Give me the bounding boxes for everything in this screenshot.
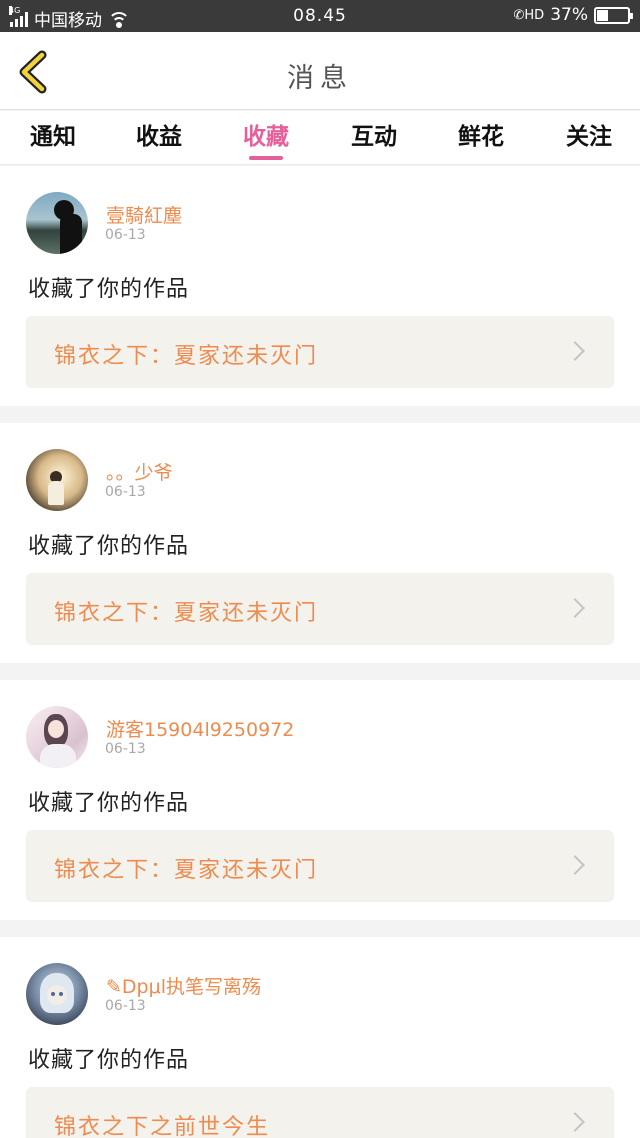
status-bar: 4G 中国移动 08.45 ✆HD 37% xyxy=(0,0,640,32)
tab-label: 鲜花 xyxy=(458,124,504,150)
active-tab-indicator xyxy=(249,156,283,160)
work-title: 锦衣之下：夏家还未灭门 xyxy=(54,344,319,369)
tab-label: 通知 xyxy=(30,124,76,150)
username[interactable]: ✎Dpμl执笔写离殇 xyxy=(106,972,261,999)
work-title: 锦衣之下：夏家还未灭门 xyxy=(54,858,319,883)
chevron-right-icon xyxy=(565,341,585,361)
tab-favorites[interactable]: 收藏 xyxy=(221,117,311,161)
phone-hd-icon: ✆HD xyxy=(513,7,545,23)
work-link[interactable]: 锦衣之下：夏家还未灭门 xyxy=(26,830,614,902)
message-date: 06-13 xyxy=(105,227,146,243)
work-title: 锦衣之下之前世今生 xyxy=(54,1115,271,1138)
message-text: 收藏了你的作品 xyxy=(28,534,190,559)
avatar[interactable] xyxy=(26,706,88,768)
battery-icon xyxy=(594,6,633,24)
hd-label: HD xyxy=(524,7,545,23)
tab-notifications[interactable]: 通知 xyxy=(8,117,98,161)
status-right: ✆HD 37% xyxy=(513,5,633,25)
avatar[interactable] xyxy=(26,449,88,511)
chevron-right-icon xyxy=(565,855,585,875)
tab-earnings[interactable]: 收益 xyxy=(114,117,204,161)
tab-label: 收藏 xyxy=(243,124,289,150)
message-date: 06-13 xyxy=(105,998,146,1014)
message-date: 06-13 xyxy=(105,741,146,757)
message-date: 06-13 xyxy=(105,484,146,500)
username[interactable]: 。。少爷 xyxy=(106,458,173,485)
tab-bar: 通知 收益 收藏 互动 鲜花 关注 xyxy=(0,111,640,165)
chevron-right-icon xyxy=(565,1112,585,1132)
nav-bar: 消息 xyxy=(0,32,640,110)
tab-label: 关注 xyxy=(566,124,612,150)
tab-flowers[interactable]: 鲜花 xyxy=(436,117,526,161)
message-card: 壹騎紅塵 06-13 收藏了你的作品 锦衣之下：夏家还未灭门 xyxy=(0,166,640,406)
message-card: ✎Dpμl执笔写离殇 06-13 收藏了你的作品 锦衣之下之前世今生 xyxy=(0,937,640,1138)
avatar[interactable] xyxy=(26,963,88,1025)
message-text: 收藏了你的作品 xyxy=(28,277,190,302)
tab-label: 收益 xyxy=(136,124,182,150)
tab-following[interactable]: 关注 xyxy=(544,117,634,161)
username[interactable]: 游客15904l9250972 xyxy=(106,715,294,742)
work-link[interactable]: 锦衣之下之前世今生 xyxy=(26,1087,614,1138)
work-link[interactable]: 锦衣之下：夏家还未灭门 xyxy=(26,316,614,388)
message-card: 游客15904l9250972 06-13 收藏了你的作品 锦衣之下：夏家还未灭… xyxy=(0,680,640,920)
username[interactable]: 壹騎紅塵 xyxy=(106,201,182,228)
work-link[interactable]: 锦衣之下：夏家还未灭门 xyxy=(26,573,614,645)
message-text: 收藏了你的作品 xyxy=(28,1048,190,1073)
page-title: 消息 xyxy=(287,63,353,94)
chevron-right-icon xyxy=(565,598,585,618)
message-text: 收藏了你的作品 xyxy=(28,791,190,816)
tab-label: 互动 xyxy=(351,124,397,150)
tab-interactions[interactable]: 互动 xyxy=(329,117,419,161)
battery-fill xyxy=(597,9,608,21)
work-title: 锦衣之下：夏家还未灭门 xyxy=(54,601,319,626)
message-card: 。。少爷 06-13 收藏了你的作品 锦衣之下：夏家还未灭门 xyxy=(0,423,640,663)
battery-percent: 37% xyxy=(550,5,588,25)
avatar[interactable] xyxy=(26,192,88,254)
